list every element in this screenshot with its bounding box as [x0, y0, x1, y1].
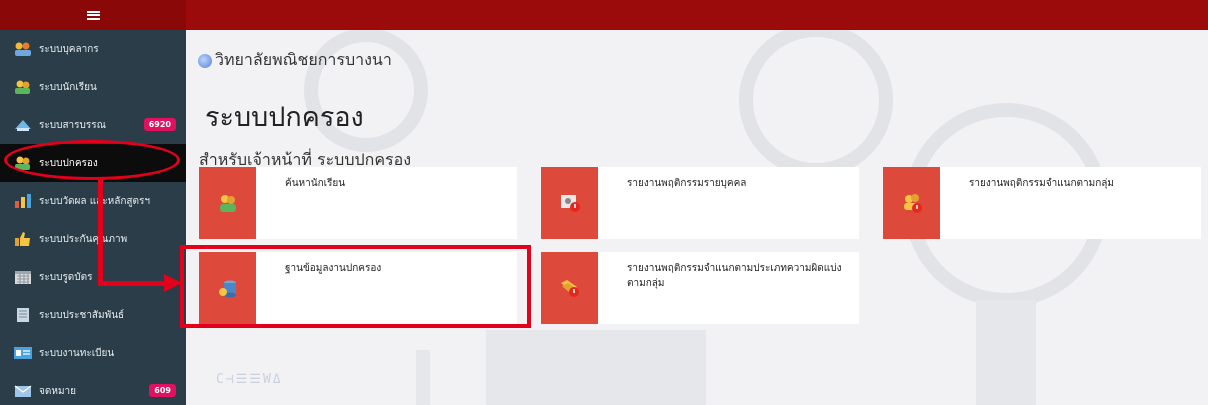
sidebar-item-label: ระบบประชาสัมพันธ์	[39, 309, 125, 321]
sidebar-item-governance[interactable]: ระบบปกครอง	[0, 144, 186, 182]
top-bar	[0, 0, 1208, 30]
hamburger-icon	[86, 10, 100, 20]
chart-icon	[13, 193, 33, 209]
sidebar-item-label: ระบบบุคลากร	[39, 43, 99, 55]
sidebar-item-label: ระบบรูดบัตร	[39, 271, 93, 283]
card-group-behavior-report[interactable]: รายงานพฤติกรรมจำแนกตามกลุ่ม	[883, 167, 1201, 239]
folder-alert-icon	[560, 280, 579, 297]
sidebar-item-staff[interactable]: ระบบบุคลากร	[0, 30, 186, 68]
sidebar-item-students[interactable]: ระบบนักเรียน	[0, 68, 186, 106]
globe-icon	[198, 53, 212, 68]
sidebar-item-label: ระบบสารบรรณ	[39, 119, 106, 131]
card-label: ค้นหานักเรียน	[285, 178, 346, 189]
report-alert-icon	[560, 195, 580, 212]
card-icon-box	[199, 167, 256, 239]
mail-icon	[13, 383, 33, 399]
calendar-icon	[13, 269, 33, 285]
card-label: ฐานข้อมูลงานปกครอง	[285, 263, 382, 274]
unread-count-badge: 6920	[143, 118, 176, 131]
annotation-arrow-head	[164, 274, 182, 292]
card-label: รายงานพฤติกรรมรายบุคคล	[627, 178, 747, 189]
card-icon-box	[541, 167, 598, 239]
annotation-arrow-horizontal	[98, 281, 168, 286]
staff-icon	[13, 41, 33, 57]
watermark-logo: C⊣☰☰WΔ	[216, 372, 283, 387]
students-search-icon	[219, 195, 236, 212]
card-icon-box	[541, 252, 598, 324]
sidebar-item-label: ระบบวัดผล และหลักสูตรฯ	[39, 195, 151, 207]
sidebar: ระบบบุคลากร ระบบนักเรียน ระบบสารบรรณ 692…	[0, 30, 186, 405]
page-title: ระบบปกครอง	[205, 102, 364, 133]
card-search-students[interactable]: ค้นหานักเรียน	[199, 167, 517, 239]
sidebar-item-label: ระบบประกันคุณภาพ	[39, 233, 128, 245]
sidebar-item-documents[interactable]: ระบบสารบรรณ 6920	[0, 106, 186, 144]
sidebar-item-label: ระบบนักเรียน	[39, 81, 97, 93]
card-icon-box	[199, 252, 256, 324]
card-label: รายงานพฤติกรรมจำแนกตามกลุ่ม	[969, 178, 1114, 189]
database-icon	[218, 280, 236, 298]
sidebar-item-label: จดหมาย	[39, 385, 77, 397]
thumbs-up-icon	[13, 231, 33, 247]
sidebar-item-registration[interactable]: ระบบงานทะเบียน	[0, 334, 186, 372]
college-name: วิทยาลัยพณิชยการบางนา	[198, 48, 392, 73]
students-icon	[13, 79, 33, 95]
document-icon	[13, 117, 33, 133]
main-content: วิทยาลัยพณิชยการบางนา ระบบปกครอง สำหรับเ…	[186, 30, 1208, 405]
card-governance-database[interactable]: ฐานข้อมูลงานปกครอง	[199, 252, 517, 324]
sidebar-item-public-relations[interactable]: ระบบประชาสัมพันธ์	[0, 296, 186, 334]
sidebar-item-card-swipe[interactable]: ระบบรูดบัตร	[0, 258, 186, 296]
unread-count-badge: 609	[149, 384, 176, 397]
card-individual-behavior-report[interactable]: รายงานพฤติกรรมรายบุคคล	[541, 167, 859, 239]
card-icon-box	[883, 167, 940, 239]
notebook-icon	[13, 307, 33, 323]
card-offense-type-group-report[interactable]: รายงานพฤติกรรมจำแนกตามประเภทความผิดแบ่งต…	[541, 252, 859, 324]
sidebar-item-label: ระบบงานทะเบียน	[39, 347, 115, 359]
sidebar-item-quality[interactable]: ระบบประกันคุณภาพ	[0, 220, 186, 258]
menu-toggle-button[interactable]	[0, 0, 186, 30]
group-alert-icon	[903, 194, 922, 213]
governance-icon	[13, 155, 33, 171]
card-label: รายงานพฤติกรรมจำแนกตามประเภทความผิดแบ่งต…	[627, 263, 842, 289]
sidebar-item-assessment[interactable]: ระบบวัดผล และหลักสูตรฯ	[0, 182, 186, 220]
college-name-text: วิทยาลัยพณิชยการบางนา	[215, 50, 392, 69]
sidebar-item-mail[interactable]: จดหมาย 609	[0, 372, 186, 405]
id-card-icon	[13, 345, 33, 361]
sidebar-item-label: ระบบปกครอง	[39, 157, 98, 169]
annotation-arrow-vertical	[98, 178, 103, 286]
